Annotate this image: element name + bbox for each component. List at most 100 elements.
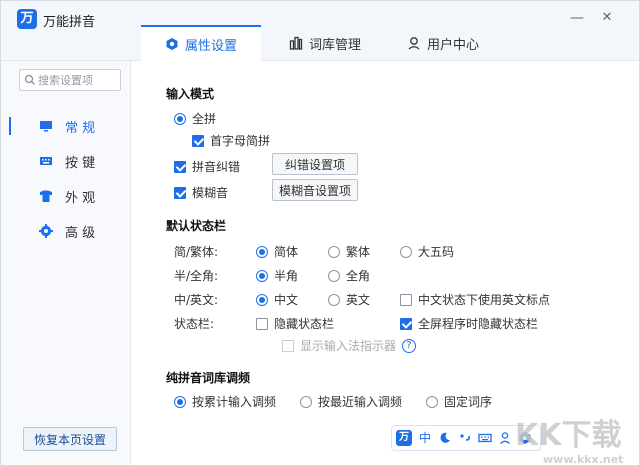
sidebar-item-keys[interactable]: 按 键 bbox=[1, 146, 131, 176]
bars-icon bbox=[289, 36, 303, 50]
svg-text:KK下载: KK下载 bbox=[515, 418, 622, 453]
option-label: 模糊音 bbox=[192, 186, 229, 200]
option-label: 按累计输入调频 bbox=[192, 395, 277, 409]
radio-jianti[interactable]: 简体 bbox=[256, 243, 298, 260]
tab-properties[interactable]: 属性设置 bbox=[141, 25, 261, 61]
mohu-settings-button[interactable]: 模糊音设置项 bbox=[272, 179, 358, 201]
radio-quanjiao[interactable]: 全角 bbox=[328, 267, 370, 284]
keyboard-icon bbox=[40, 157, 52, 165]
radio-indicator bbox=[426, 395, 438, 408]
option-label: 英文 bbox=[346, 293, 371, 307]
sidebar-item-label: 按 键 bbox=[65, 155, 96, 171]
shirt-icon bbox=[40, 190, 52, 202]
tab-dictionary[interactable]: 词库管理 bbox=[279, 25, 375, 61]
app-title: 万能拼音 bbox=[43, 15, 96, 30]
checkbox-indicator bbox=[282, 339, 294, 352]
radio-quanpin[interactable]: 全拼 bbox=[174, 110, 216, 127]
close-button[interactable]: ✕ bbox=[597, 9, 617, 27]
radio-leiji[interactable]: 按累计输入调频 bbox=[174, 393, 276, 410]
option-label: 按最近输入调频 bbox=[318, 395, 403, 409]
svg-text:www.kkx.net: www.kkx.net bbox=[543, 453, 623, 466]
checkbox-indicator bbox=[174, 186, 186, 199]
sidebar-item-general[interactable]: 常 规 bbox=[1, 111, 131, 141]
checkbox-indicator bbox=[400, 317, 412, 330]
label-jianfan: 简/繁体: bbox=[174, 245, 219, 259]
section-title-input-mode: 输入模式 bbox=[166, 87, 215, 101]
monitor-icon bbox=[40, 121, 52, 132]
radio-indicator bbox=[328, 269, 340, 282]
chinese-mode-icon: 中 bbox=[418, 431, 431, 445]
radio-indicator bbox=[400, 245, 412, 258]
checkbox-eng-punct[interactable]: 中文状态下使用英文标点 bbox=[400, 291, 550, 308]
watermark-logo: KK下载 www.kkx.net bbox=[515, 418, 623, 466]
checkbox-hide-status-bar[interactable]: 隐藏状态栏 bbox=[256, 315, 334, 332]
option-label: 拼音纠错 bbox=[192, 160, 241, 174]
radio-indicator bbox=[256, 245, 268, 258]
restore-defaults-button[interactable]: 恢复本页设置 bbox=[23, 427, 117, 451]
option-label: 繁体 bbox=[346, 245, 371, 259]
moon-icon bbox=[440, 432, 450, 443]
option-label: 首字母简拼 bbox=[210, 134, 271, 148]
search-icon bbox=[24, 74, 35, 85]
option-label: 隐藏状态栏 bbox=[274, 317, 335, 331]
app-logo-icon: 万 bbox=[17, 9, 37, 29]
checkbox-jiucuo[interactable]: 拼音纠错 bbox=[174, 158, 240, 175]
option-label: 显示输入法指示器 bbox=[300, 339, 397, 353]
gear-icon bbox=[39, 224, 53, 238]
sidebar: 常 规 按 键 外 观 高 级 恢复本页设置 bbox=[1, 61, 131, 465]
radio-guding[interactable]: 固定词序 bbox=[426, 393, 492, 410]
jiucuo-settings-button[interactable]: 纠错设置项 bbox=[272, 153, 358, 175]
option-label: 大五码 bbox=[418, 245, 455, 259]
label-zhuangtai: 状态栏: bbox=[174, 317, 215, 331]
radio-indicator bbox=[328, 245, 340, 258]
punctuation-icon bbox=[460, 434, 470, 441]
hexagon-icon bbox=[166, 38, 178, 50]
option-label: 中文状态下使用英文标点 bbox=[418, 293, 551, 307]
section-title-frequency: 纯拼音词库调频 bbox=[166, 371, 251, 385]
option-label: 半角 bbox=[274, 269, 299, 283]
radio-indicator bbox=[256, 269, 268, 282]
radio-indicator bbox=[256, 293, 268, 306]
option-label: 全拼 bbox=[192, 112, 217, 126]
tab-label: 用户中心 bbox=[427, 37, 480, 53]
label-banquan: 半/全角: bbox=[174, 269, 219, 283]
radio-indicator bbox=[174, 395, 186, 408]
checkbox-indicator bbox=[192, 134, 204, 147]
sidebar-item-label: 外 观 bbox=[65, 190, 96, 206]
radio-zuijin[interactable]: 按最近输入调频 bbox=[300, 393, 402, 410]
ime-logo-icon: 万 bbox=[396, 430, 412, 446]
search-box[interactable] bbox=[19, 69, 121, 91]
checkbox-fullscreen-hide[interactable]: 全屏程序时隐藏状态栏 bbox=[400, 315, 538, 332]
radio-indicator bbox=[328, 293, 340, 306]
option-label: 简体 bbox=[274, 245, 299, 259]
person-icon bbox=[408, 37, 420, 50]
search-input[interactable] bbox=[38, 73, 118, 87]
checkbox-shouzimu[interactable]: 首字母简拼 bbox=[192, 132, 270, 149]
checkbox-indicator bbox=[174, 160, 186, 173]
option-label: 全角 bbox=[346, 269, 371, 283]
tab-label: 词库管理 bbox=[309, 37, 362, 53]
settings-window: 万 万能拼音 — ✕ 属性设置 词库管理 用户中心 常 规 按 键 bbox=[0, 0, 640, 466]
help-icon[interactable]: ? bbox=[402, 338, 417, 353]
section-title-status-bar: 默认状态栏 bbox=[166, 219, 227, 233]
checkbox-indicator bbox=[400, 293, 412, 306]
radio-yingwen[interactable]: 英文 bbox=[328, 291, 370, 308]
checkbox-mohu[interactable]: 模糊音 bbox=[174, 184, 228, 201]
option-label: 固定词序 bbox=[444, 395, 493, 409]
radio-fanti[interactable]: 繁体 bbox=[328, 243, 370, 260]
radio-banjiao[interactable]: 半角 bbox=[256, 267, 298, 284]
sidebar-item-advanced[interactable]: 高 级 bbox=[1, 216, 131, 246]
tab-user-center[interactable]: 用户中心 bbox=[397, 25, 497, 61]
checkbox-indicator bbox=[256, 317, 268, 330]
sidebar-item-appearance[interactable]: 外 观 bbox=[1, 181, 131, 211]
radio-zhongwen[interactable]: 中文 bbox=[256, 291, 298, 308]
minimize-button[interactable]: — bbox=[567, 9, 587, 27]
keyboard-icon bbox=[478, 433, 492, 443]
tab-label: 属性设置 bbox=[184, 38, 237, 54]
radio-dawuma[interactable]: 大五码 bbox=[400, 243, 454, 260]
option-label: 中文 bbox=[274, 293, 299, 307]
label-zhongying: 中/英文: bbox=[174, 293, 219, 307]
sidebar-item-label: 常 规 bbox=[65, 120, 96, 136]
title-bar: 万 万能拼音 — ✕ 属性设置 词库管理 用户中心 bbox=[1, 1, 639, 61]
option-label: 全屏程序时隐藏状态栏 bbox=[418, 317, 539, 331]
